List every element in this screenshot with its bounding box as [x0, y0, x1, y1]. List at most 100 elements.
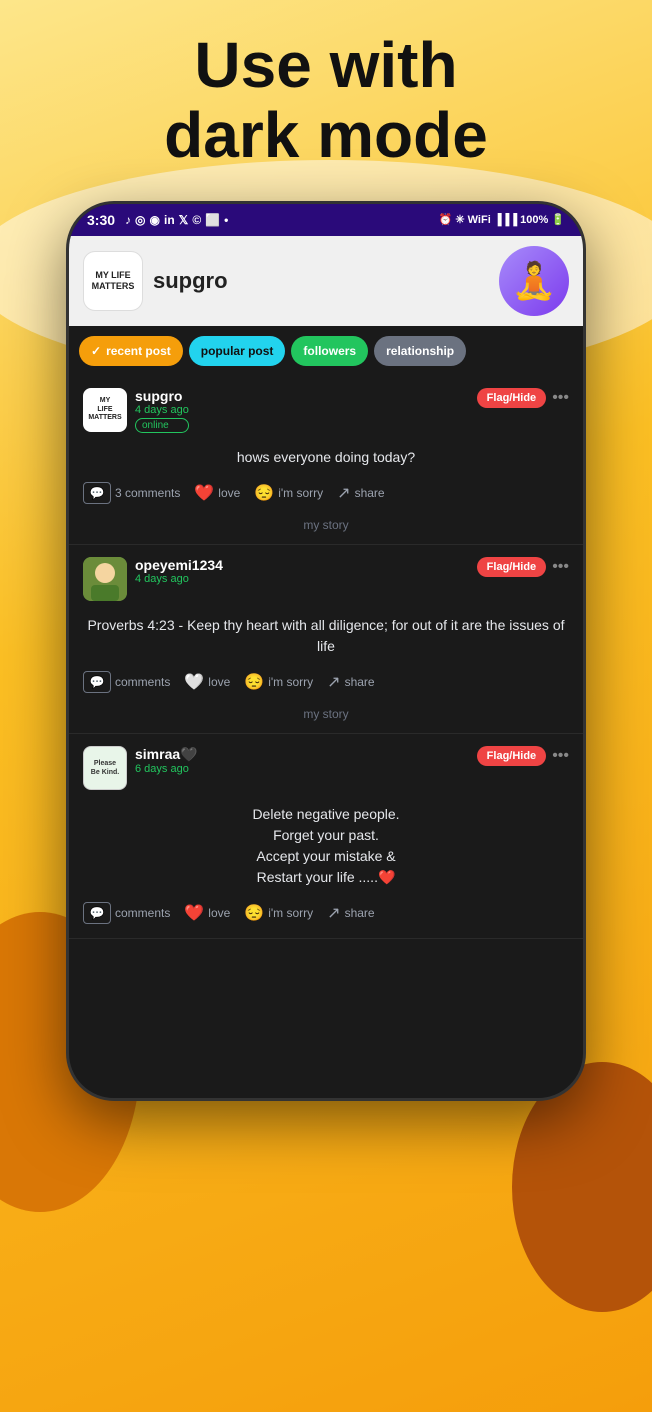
tab-followers[interactable]: followers: [291, 336, 368, 366]
alarm-icon: ⏰: [439, 213, 453, 226]
post-reactions: 💬 comments ❤️ love 😔 i'm sorry ↗ share: [83, 896, 569, 930]
love-reaction[interactable]: ❤️ love: [194, 483, 240, 503]
bluetooth-icon: ✳: [455, 213, 464, 226]
app-logo: MY LIFE MATTERS: [83, 251, 143, 311]
love-label: love: [218, 486, 240, 500]
post-content: Proverbs 4:23 - Keep thy heart with all …: [83, 607, 569, 665]
post-avatar-opeyemi: [83, 557, 127, 601]
battery-label: 100%: [520, 214, 548, 226]
post-card: opeyemi1234 4 days ago Flag/Hide ••• Pro…: [69, 545, 583, 734]
post-meta: supgro 4 days ago online: [135, 388, 189, 433]
comments-reaction[interactable]: 💬 3 comments: [83, 482, 180, 504]
avatar-figure: 🧘: [512, 263, 557, 299]
more-options-icon[interactable]: •••: [552, 558, 569, 576]
post-header: opeyemi1234 4 days ago Flag/Hide •••: [83, 557, 569, 601]
sorry-icon: 😔: [254, 483, 274, 503]
share-reaction[interactable]: ↗ share: [327, 903, 374, 923]
sorry-label: i'm sorry: [268, 906, 313, 920]
comments-count: 3 comments: [115, 486, 180, 500]
post-username: opeyemi1234: [135, 557, 223, 573]
post-content: Delete negative people. Forget your past…: [83, 796, 569, 896]
tab-popular-post[interactable]: popular post: [189, 336, 286, 366]
flag-hide-button[interactable]: Flag/Hide: [477, 388, 547, 408]
share-reaction[interactable]: ↗ share: [337, 483, 384, 503]
linkedin-icon: in: [164, 213, 175, 227]
love-reaction[interactable]: 🤍 love: [184, 672, 230, 692]
app-header: MY LIFE MATTERS supgro 🧘: [69, 236, 583, 326]
flag-hide-button[interactable]: Flag/Hide: [477, 557, 547, 577]
status-right: ⏰ ✳ WiFi ▐▐▐ 100% 🔋: [439, 213, 565, 226]
sorry-label: i'm sorry: [268, 675, 313, 689]
sorry-reaction[interactable]: 😔 i'm sorry: [254, 483, 323, 503]
my-story-link[interactable]: my story: [83, 699, 569, 725]
share-reaction[interactable]: ↗ share: [327, 672, 374, 692]
comments-reaction[interactable]: 💬 comments: [83, 902, 170, 924]
tab-recent-post[interactable]: ✓ recent post: [79, 336, 183, 366]
share-icon: ↗: [327, 672, 340, 692]
post-username: supgro: [135, 388, 189, 404]
post-card: MYLIFEMATTERS supgro 4 days ago online F…: [69, 376, 583, 545]
app-icon-2: ◉: [150, 213, 160, 227]
flag-hide-button[interactable]: Flag/Hide: [477, 746, 547, 766]
post-actions: Flag/Hide •••: [477, 746, 569, 766]
comment-icon: 💬: [83, 671, 111, 693]
app-icon-4: ⬜: [205, 213, 220, 227]
status-bar: 3:30 ♪ ◎ ◉ in 𝕏 © ⬜ • ⏰ ✳ WiFi ▐▐▐ 100% …: [69, 204, 583, 236]
dot-icon: •: [224, 213, 228, 227]
sorry-icon: 😔: [244, 903, 264, 923]
post-avatar-simraa: PleaseBe Kind.: [83, 746, 127, 790]
app-icon-1: ◎: [135, 213, 145, 227]
tab-popular-label: popular post: [201, 344, 274, 358]
online-badge: online: [135, 418, 189, 433]
post-avatar-supgro: MYLIFEMATTERS: [83, 388, 127, 432]
app-icon-3: ©: [192, 213, 201, 227]
battery-icon: 🔋: [551, 213, 565, 226]
post-user-info: opeyemi1234 4 days ago: [83, 557, 223, 601]
status-left: 3:30 ♪ ◎ ◉ in 𝕏 © ⬜ •: [87, 212, 228, 228]
twitter-icon: 𝕏: [179, 213, 189, 227]
phone-mockup: 3:30 ♪ ◎ ◉ in 𝕏 © ⬜ • ⏰ ✳ WiFi ▐▐▐ 100% …: [0, 201, 652, 1101]
tiktok-icon: ♪: [125, 213, 131, 227]
heart-icon: ❤️: [194, 483, 214, 503]
post-card: PleaseBe Kind. simraa🖤 6 days ago Flag/H…: [69, 734, 583, 939]
signal-icon: ▐▐▐: [494, 214, 517, 226]
love-label: love: [208, 906, 230, 920]
comments-reaction[interactable]: 💬 comments: [83, 671, 170, 693]
feed: MYLIFEMATTERS supgro 4 days ago online F…: [69, 376, 583, 949]
tab-relationship[interactable]: relationship: [374, 336, 466, 366]
post-reactions: 💬 comments 🤍 love 😔 i'm sorry ↗ share: [83, 665, 569, 699]
post-time: 6 days ago: [135, 763, 198, 775]
tab-followers-label: followers: [303, 344, 356, 358]
sorry-reaction[interactable]: 😔 i'm sorry: [244, 903, 313, 923]
app-title: supgro: [153, 268, 228, 294]
share-label: share: [355, 486, 385, 500]
post-actions: Flag/Hide •••: [477, 557, 569, 577]
header-avatar: 🧘: [499, 246, 569, 316]
comments-label: comments: [115, 906, 170, 920]
post-meta: simraa🖤 6 days ago: [135, 746, 198, 775]
post-actions: Flag/Hide •••: [477, 388, 569, 408]
more-options-icon[interactable]: •••: [552, 747, 569, 765]
post-time: 4 days ago: [135, 404, 189, 416]
wifi-icon: WiFi: [468, 214, 491, 226]
phone-screen: 3:30 ♪ ◎ ◉ in 𝕏 © ⬜ • ⏰ ✳ WiFi ▐▐▐ 100% …: [66, 201, 586, 1101]
sorry-reaction[interactable]: 😔 i'm sorry: [244, 672, 313, 692]
post-header: PleaseBe Kind. simraa🖤 6 days ago Flag/H…: [83, 746, 569, 790]
tab-recent-label: recent post: [106, 344, 171, 358]
comment-icon: 💬: [83, 482, 111, 504]
share-icon: ↗: [337, 483, 350, 503]
share-label: share: [345, 675, 375, 689]
post-time: 4 days ago: [135, 573, 223, 585]
love-reaction[interactable]: ❤️ love: [184, 903, 230, 923]
status-time: 3:30: [87, 212, 115, 228]
post-content: hows everyone doing today?: [83, 439, 569, 476]
love-label: love: [208, 675, 230, 689]
post-reactions: 💬 3 comments ❤️ love 😔 i'm sorry ↗ share: [83, 476, 569, 510]
post-header: MYLIFEMATTERS supgro 4 days ago online F…: [83, 388, 569, 433]
share-icon: ↗: [327, 903, 340, 923]
page-header: Use with dark mode: [0, 0, 652, 171]
more-options-icon[interactable]: •••: [552, 389, 569, 407]
sorry-icon: 😔: [244, 672, 264, 692]
tab-bar: ✓ recent post popular post followers rel…: [69, 326, 583, 376]
my-story-link[interactable]: my story: [83, 510, 569, 536]
